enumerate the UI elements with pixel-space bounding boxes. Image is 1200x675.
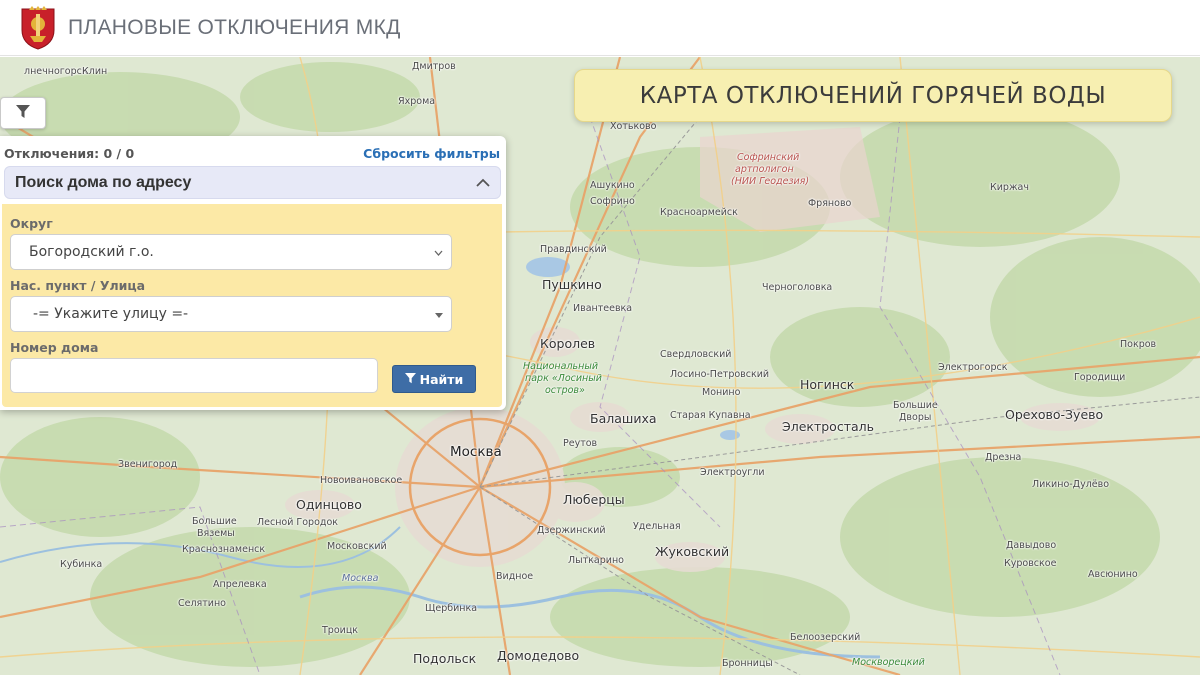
map-label-kubinka: Кубинка — [60, 559, 103, 570]
map-label-staraya: Старая Купавна — [670, 410, 751, 421]
map-label-ashukino: Ашукино — [590, 180, 635, 191]
map-label-kurovskoe: Куровское — [1004, 558, 1057, 569]
find-button[interactable]: Найти — [392, 365, 476, 393]
map-label-klin: Клин — [82, 66, 108, 77]
map-label-zvenigorod: Звенигород — [118, 459, 178, 470]
panel-top-bar: Отключения: 0 / 0 Сбросить фильтры — [4, 144, 500, 162]
map-label-natpark-3: остров» — [545, 385, 585, 396]
map-label-gorodishchi: Городищи — [1074, 372, 1126, 383]
map-label-beloozersky: Белоозерский — [790, 632, 861, 643]
app-title: ПЛАНОВЫЕ ОТКЛЮЧЕНИЯ МКД — [68, 15, 401, 39]
map-label-selyatino: Селятино — [178, 598, 226, 609]
map-label-odintsovo: Одинцово — [296, 497, 362, 512]
map-label-avsyunino: Авсюнино — [1088, 569, 1138, 580]
outage-counter: Отключения: 0 / 0 — [4, 145, 135, 161]
filter-toggle-button[interactable] — [0, 97, 46, 129]
okrug-label: Округ — [10, 216, 53, 231]
map-label-reutov: Реутов — [563, 438, 598, 449]
map-label-domodedovo: Домодедово — [497, 648, 580, 663]
map-label-artpoligon: артполигон — [735, 164, 794, 175]
map-label-drezna: Дрезна — [985, 452, 1022, 463]
okrug-select[interactable]: Богородский г.о. — [10, 234, 452, 270]
street-select-value: -= Укажите улицу =- — [33, 306, 189, 322]
map-label-bolshie: Большие — [893, 400, 938, 411]
map-label-balashikha: Балашиха — [590, 411, 657, 426]
map-label-dzerzhinsky: Дзержинский — [537, 525, 606, 536]
top-header: ПЛАНОВЫЕ ОТКЛЮЧЕНИЯ МКД — [0, 0, 1200, 56]
coat-of-arms-logo[interactable] — [16, 5, 60, 50]
chevron-down-icon — [434, 244, 443, 260]
map-label-zhukovsky: Жуковский — [655, 544, 730, 559]
address-search-accordion[interactable]: Поиск дома по адресу — [4, 166, 501, 199]
map-label-bolshie-vyazemy-2: Вяземы — [197, 528, 235, 539]
street-select[interactable]: -= Укажите улицу =- — [10, 296, 452, 332]
map-label-sofrino: Софрино — [590, 196, 635, 207]
map-label-moskvoretsky: Москворецкий — [852, 657, 925, 668]
search-form: Округ Богородский г.о. Нас. пункт / Улиц… — [2, 204, 502, 407]
map-label-yakhroma: Яхрома — [398, 96, 436, 107]
map-label-troitsk: Троицк — [322, 625, 359, 636]
map-label-pushkino: Пушкино — [542, 277, 602, 292]
map-label-vidnoe: Видное — [496, 571, 534, 582]
map-label-chernogolovka: Черноголовка — [762, 282, 833, 293]
map-label-dmitrov: Дмитров — [412, 61, 456, 72]
map-label-fryanovo: Фряново — [808, 198, 852, 209]
reset-filters-link[interactable]: Сбросить фильтры — [363, 146, 500, 161]
map-label-sverdlovsky: Свердловский — [660, 349, 732, 360]
map-label-davydovo: Давыдово — [1006, 540, 1057, 551]
map-label-sofrinsky: Софринский — [737, 152, 800, 163]
map-label-niigeodezia: (НИИ Геодезия) — [731, 176, 810, 187]
address-search-title: Поиск дома по адресу — [15, 173, 192, 191]
find-button-label: Найти — [419, 371, 464, 387]
map-label-dvory: Дворы — [899, 412, 932, 423]
map-label-shcherbinka: Щербинка — [425, 603, 478, 614]
map-label-lytkarino: Лыткарино — [568, 555, 624, 566]
caret-down-icon — [435, 306, 443, 322]
map-label-khotkovo: Хотьково — [610, 121, 657, 132]
okrug-select-value: Богородский г.о. — [29, 244, 154, 260]
map-label-kirzhach: Киржач — [990, 182, 1029, 193]
map-label-moskva-oblast: Москва — [342, 573, 379, 584]
map-label-pokrov: Покров — [1120, 339, 1157, 350]
house-number-input[interactable] — [10, 358, 378, 393]
map-label-ivanteevka: Ивантеевка — [573, 303, 633, 314]
map-label-korolev: Королев — [540, 336, 596, 351]
map-label-natpark-1: Национальный — [523, 361, 599, 372]
map-label-lyubertsy: Люберцы — [563, 492, 625, 507]
map-label-bolshie-vyazemy-1: Большие — [192, 516, 237, 527]
chevron-up-icon — [476, 173, 490, 192]
map-label-solnechnogorsk: лнечногорск — [24, 66, 88, 77]
map-label-elektrostal: Электросталь — [782, 419, 874, 434]
map-label-monino: Монино — [702, 387, 741, 398]
filter-icon — [404, 372, 416, 387]
street-label: Нас. пункт / Улица — [10, 278, 146, 293]
map-label-losino: Лосино-Петровский — [670, 369, 770, 380]
map-label-aprelevka: Апрелевка — [213, 579, 267, 590]
filter-panel: Отключения: 0 / 0 Сбросить фильтры Поиск… — [0, 136, 506, 410]
map-label-novoivanovskoe: Новоивановское — [320, 475, 403, 486]
map-label-udelnaya: Удельная — [633, 521, 681, 532]
app-root: ПЛАНОВЫЕ ОТКЛЮЧЕНИЯ МКД лнечногорск Клин… — [0, 0, 1200, 675]
map-label-krasnoznamensk: Краснознаменск — [182, 544, 266, 555]
map-label-noginsk: Ногинск — [800, 377, 855, 392]
map-label-lesnoy: Лесной Городок — [257, 517, 338, 528]
map-label-podolsk: Подольск — [413, 651, 477, 666]
map-label-bronnitsy: Бронницы — [722, 658, 773, 669]
map-label-moskva: Москва — [450, 444, 502, 460]
map-label-krasnoarmeysk: Красноармейск — [660, 207, 738, 218]
filter-icon — [16, 104, 30, 123]
map-label-orekhovo: Орехово-Зуево — [1005, 407, 1104, 422]
map-label-elektrogorsk: Электрогорск — [938, 362, 1008, 373]
house-number-label: Номер дома — [10, 340, 99, 355]
map-label-pravdinsky: Правдинский — [540, 244, 607, 255]
map-label-moskovsky: Московский — [327, 541, 387, 552]
map-label-elektrougli: Электроугли — [700, 467, 765, 478]
map-heading: КАРТА ОТКЛЮЧЕНИЙ ГОРЯЧЕЙ ВОДЫ — [574, 69, 1172, 122]
map-label-likino: Ликино-Дулёво — [1032, 479, 1110, 490]
map-label-natpark-2: парк «Лосиный — [525, 373, 602, 384]
